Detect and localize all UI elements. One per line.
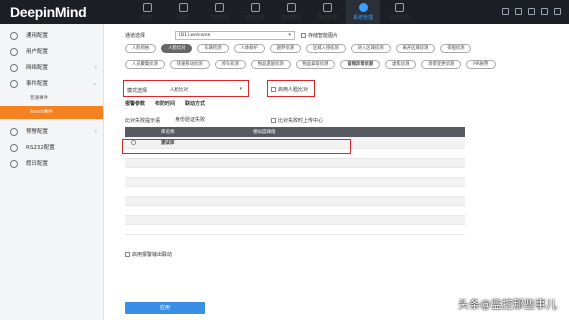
chevron-right-icon: › (94, 64, 97, 71)
pill-people-gathering[interactable]: 人员聚集侦测 (125, 60, 165, 69)
tab-linkage[interactable]: 联动方式 (185, 100, 205, 107)
nav-playback[interactable]: 回放 (166, 0, 200, 24)
highlight-library-row (122, 139, 351, 154)
minimize-icon[interactable] (541, 8, 548, 15)
gear-icon (10, 32, 18, 40)
table-row (125, 225, 465, 235)
event-icon (10, 80, 18, 88)
compare-fail-label: 比对失败提示语 (125, 117, 161, 124)
table-header: 库名称 相似度阈值 (125, 127, 465, 137)
nav-preview[interactable]: 预览 (130, 0, 164, 24)
network-icon (10, 64, 18, 72)
sidebar: 通用配置 用户配置 网络配置 › 事件配置 ⌄ 普通事件 Smart事件 预警配置 ›… (0, 24, 104, 320)
pill-region-entrance[interactable]: 进入区域侦测 (350, 44, 391, 53)
sidebar-subitem-smart-event[interactable]: Smart事件 (0, 106, 103, 119)
maintenance-icon (394, 3, 404, 12)
pill-line-crossing[interactable]: 越界侦测 (269, 44, 301, 53)
shield-icon (10, 128, 18, 136)
chevron-right-icon: › (94, 128, 97, 135)
close-icon[interactable] (554, 8, 561, 15)
pill-fast-moving[interactable]: 快速移动侦测 (169, 60, 210, 69)
nav-system-maintenance[interactable]: 系统维护 (382, 0, 416, 24)
event-type-row-1: 人脸抓拍 人脸比对 车辆检测 人体保护 越界侦测 区域入侵侦测 进入区域侦测 离… (125, 44, 476, 53)
nav-system-management[interactable]: 系统管理 (346, 0, 380, 24)
user-icon (10, 48, 18, 56)
preview-icon (142, 3, 152, 12)
pill-scene-change[interactable]: 场景变更侦测 (421, 60, 462, 69)
table-row (125, 206, 465, 216)
pill-object-removal[interactable]: 物品拿取侦测 (295, 60, 336, 69)
checkbox-icon (301, 33, 306, 38)
table-row (125, 158, 465, 168)
table-row (125, 168, 465, 178)
file-icon (214, 3, 224, 12)
nav-file-management[interactable]: 文件管理 (202, 0, 236, 24)
app-logo: DeepinMind (10, 4, 87, 20)
upload-center-checkbox[interactable]: 比对失败时上传中心 (271, 117, 323, 124)
pill-region-exit[interactable]: 离开区域侦测 (395, 44, 436, 53)
highlight-mode-box (123, 80, 249, 97)
table-row (125, 215, 465, 225)
pill-unattended-baggage[interactable]: 物品遗留侦测 (250, 60, 291, 69)
sidebar-item-general[interactable]: 通用配置 (0, 28, 103, 44)
lock-icon[interactable] (528, 8, 535, 15)
storage-icon (322, 3, 332, 12)
window-controls (502, 8, 561, 15)
nav-storage-management[interactable]: 存储管理 (310, 0, 344, 24)
pill-audio-exception[interactable]: 音频异常侦测 (340, 60, 381, 69)
pill-vehicle-detect[interactable]: 车辆检测 (197, 44, 229, 53)
nav-channel-management[interactable]: 通道管理 (274, 0, 308, 24)
pill-face-compare[interactable]: 人脸比对 (161, 44, 193, 53)
analytics-icon (250, 3, 260, 12)
table-row (125, 196, 465, 206)
serial-icon (10, 144, 18, 152)
pill-face-capture[interactable]: 人脸抓拍 (125, 44, 157, 53)
alarm-output-checkbox[interactable]: 启用报警输出联动 (125, 251, 172, 258)
calendar-icon (10, 160, 18, 168)
checkbox-icon (125, 252, 130, 257)
watermark: 头条@监控那些事儿 (458, 298, 557, 311)
sidebar-item-holiday[interactable]: 假日配置 (0, 156, 103, 172)
sidebar-item-user[interactable]: 用户配置 (0, 44, 103, 60)
nav-smart-analytics[interactable]: 智能分析 (238, 0, 272, 24)
main-content: 通道选择 [D1] welcome 存储智能图片 人脸抓拍 人脸比对 车辆检测 … (105, 24, 569, 320)
channel-select[interactable]: [D1] welcome (175, 31, 295, 40)
save-pic-checkbox[interactable]: 存储智能图片 (301, 32, 338, 39)
pill-pir-alarm[interactable]: PIR报警 (466, 60, 496, 69)
user-icon[interactable] (502, 8, 509, 15)
sidebar-item-alert[interactable]: 预警配置 › (0, 124, 103, 140)
pill-defocus[interactable]: 虚焦侦测 (385, 60, 417, 69)
event-type-row-2: 人员聚集侦测 快速移动侦测 停车侦测 物品遗留侦测 物品拿取侦测 音频异常侦测 … (125, 60, 501, 69)
gear-icon (358, 3, 368, 12)
pill-loitering[interactable]: 徘徊侦测 (440, 44, 472, 53)
sub-tabs: 报警参数 布防时间 联动方式 (125, 100, 215, 107)
apply-button[interactable]: 应用 (125, 302, 205, 314)
top-navigation-bar: DeepinMind 预览 回放 文件管理 智能分析 通道管理 存储管理 系统管… (0, 0, 569, 24)
sidebar-item-network[interactable]: 网络配置 › (0, 60, 103, 76)
checkbox-icon (271, 117, 276, 123)
pill-intrusion[interactable]: 区域入侵侦测 (305, 44, 346, 53)
compare-fail-input[interactable]: 身份验证失败 (173, 116, 249, 124)
chevron-down-icon: ⌄ (91, 80, 97, 87)
sidebar-item-event[interactable]: 事件配置 ⌄ (0, 76, 103, 92)
help-icon[interactable] (515, 8, 522, 15)
sidebar-item-rs232[interactable]: RS232配置 (0, 140, 103, 156)
playback-icon (178, 3, 188, 12)
table-row (125, 187, 465, 197)
pill-parking[interactable]: 停车侦测 (214, 60, 246, 69)
channel-icon (286, 3, 296, 12)
table-row (125, 177, 465, 187)
channel-label: 通道选择 (125, 33, 146, 39)
highlight-enable-box (267, 80, 315, 97)
pill-body-protect[interactable]: 人体保护 (233, 44, 265, 53)
tab-arming-schedule[interactable]: 布防时间 (155, 100, 175, 107)
sidebar-subitem-normal-event[interactable]: 普通事件 (0, 92, 103, 105)
tab-alarm-params[interactable]: 报警参数 (125, 100, 145, 107)
